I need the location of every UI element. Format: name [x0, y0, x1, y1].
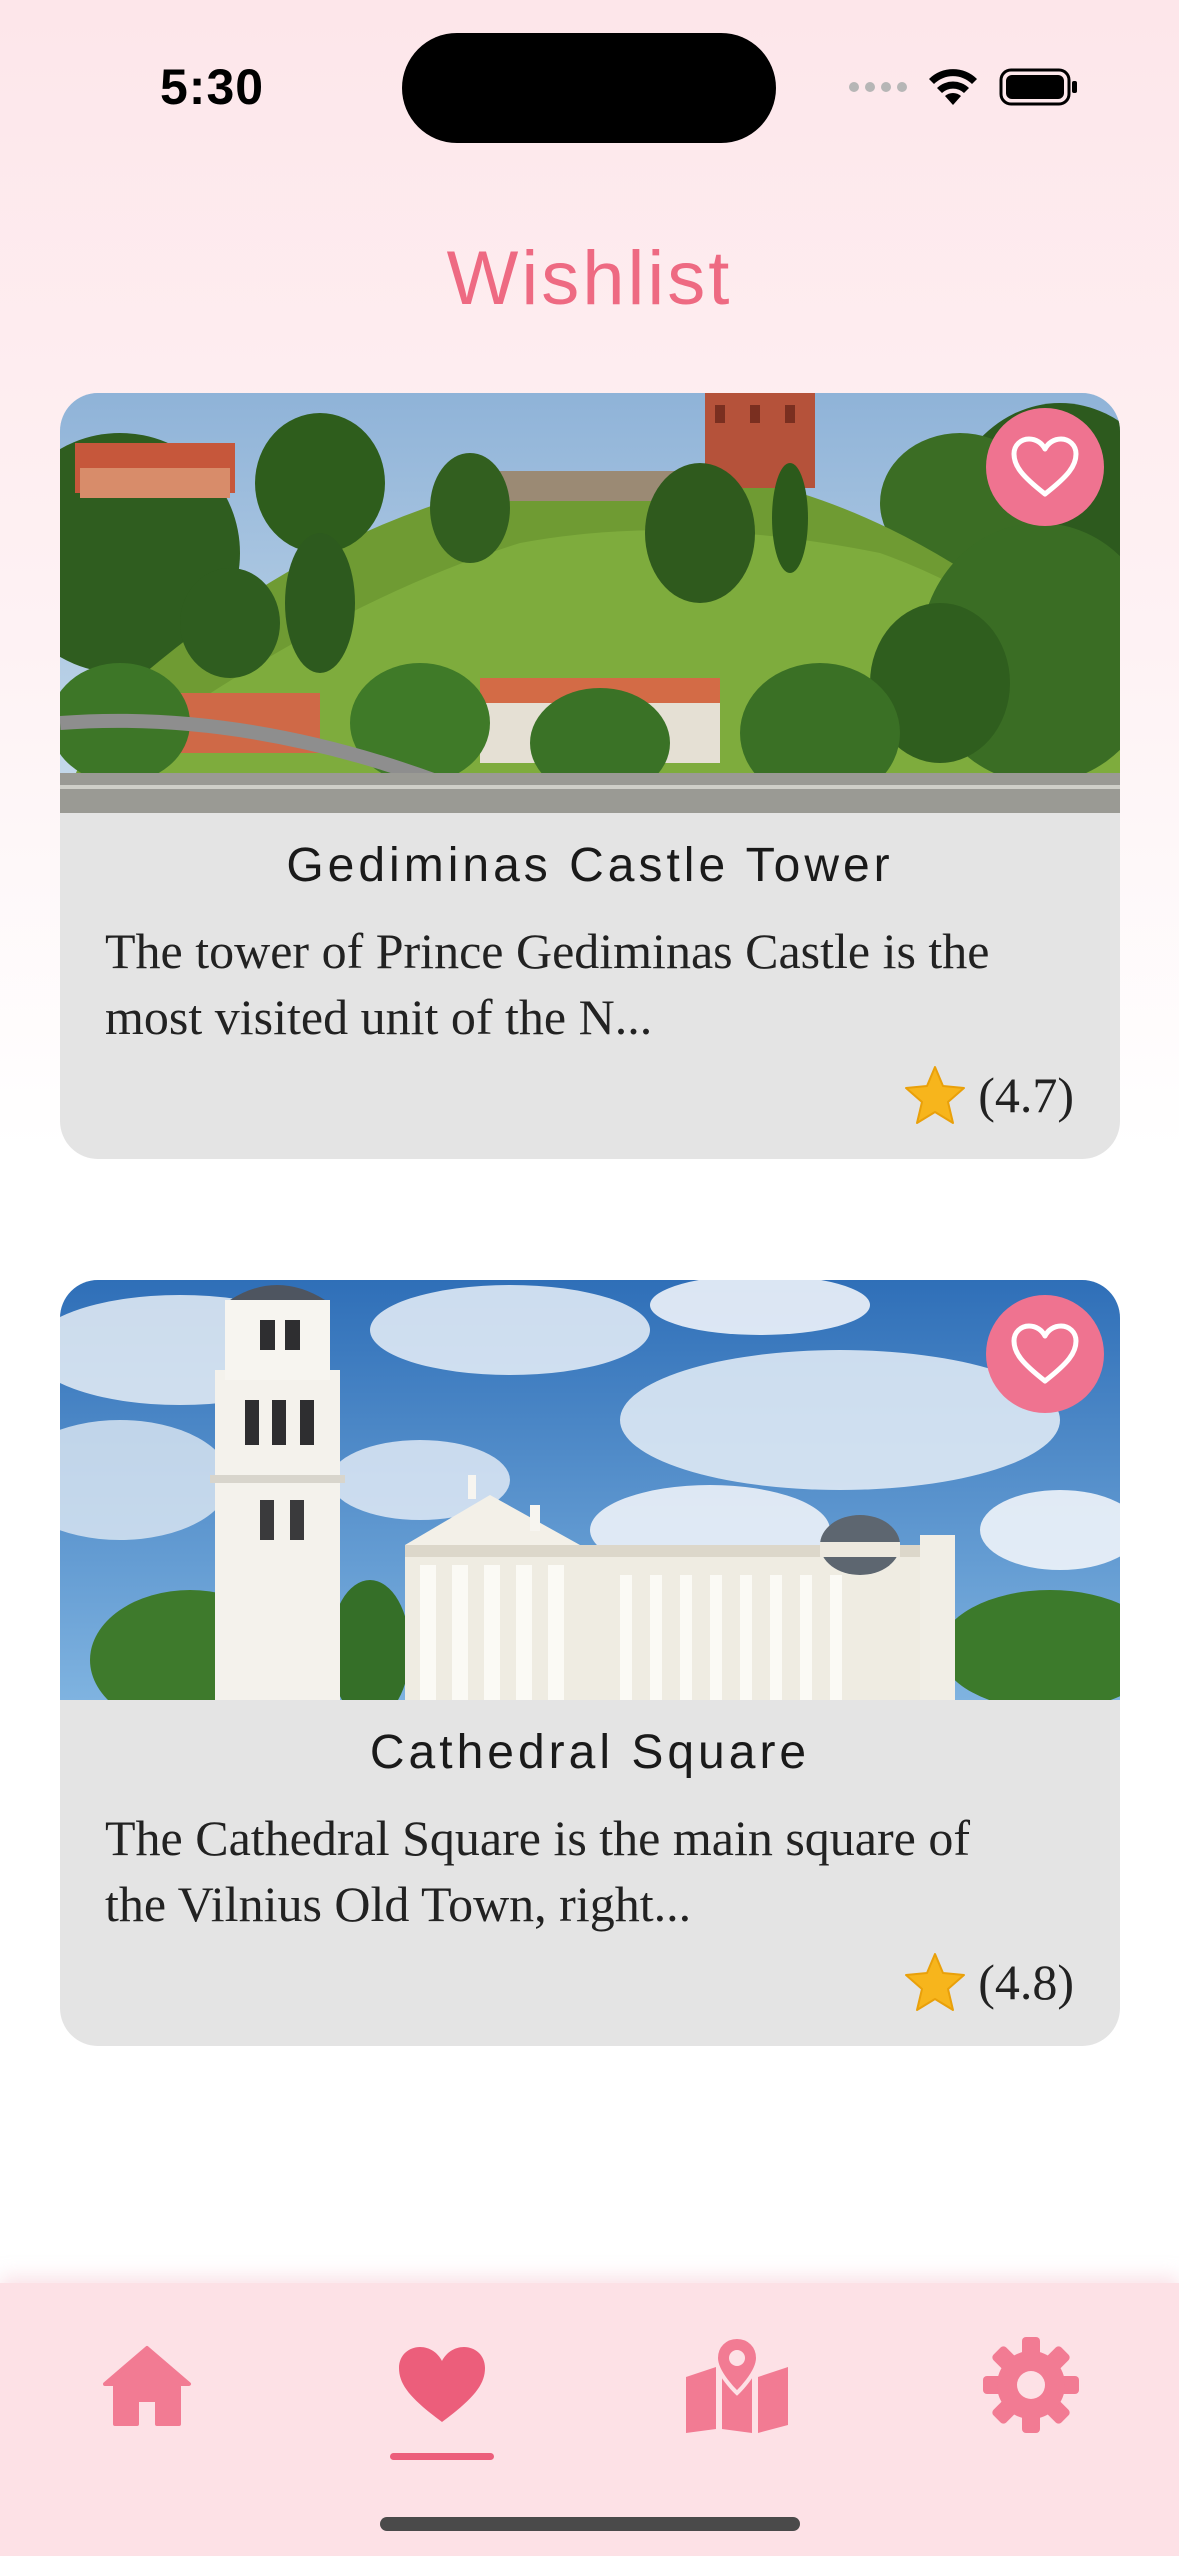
favorite-button[interactable] [986, 1295, 1104, 1413]
status-time: 5:30 [160, 59, 265, 115]
map-icon [686, 2337, 788, 2433]
battery-icon [999, 68, 1077, 106]
gear-icon [983, 2337, 1079, 2433]
card-description: The Cathedral Square is the main square … [105, 1805, 1105, 1937]
home-indicator [380, 2517, 800, 2531]
wishlist-card-cathedral[interactable]: Cathedral Square The Cathedral Square is… [60, 1280, 1120, 2046]
wifi-icon [929, 69, 977, 105]
card-image-cathedral [60, 1280, 1120, 1700]
rating-value: (4.8) [978, 1954, 1074, 2010]
tab-home[interactable] [82, 2325, 212, 2445]
signal-icon [849, 82, 907, 92]
wishlist-card-gediminas[interactable]: Gediminas Castle Tower The tower of Prin… [60, 393, 1120, 1159]
tab-wishlist[interactable] [377, 2325, 507, 2445]
card-rating: (4.8) [904, 1952, 1074, 2012]
card-description-line: most visited unit of the N... [105, 989, 653, 1045]
heart-outline-icon [1011, 1323, 1079, 1384]
heart-outline-icon [1011, 436, 1079, 497]
card-image-castle [60, 393, 1120, 813]
heart-icon [399, 2347, 485, 2422]
tab-bar [0, 2283, 1179, 2556]
card-title: Cathedral Square [369, 1726, 811, 1779]
card-description: The tower of Prince Gediminas Castle is … [105, 918, 1105, 1050]
home-icon [103, 2346, 191, 2426]
card-title: Gediminas Castle Tower [286, 839, 894, 892]
card-description-line: The tower of Prince Gediminas Castle is … [105, 923, 990, 979]
dynamic-island [402, 33, 776, 143]
card-description-line: the Vilnius Old Town, right... [105, 1876, 692, 1932]
favorite-button[interactable] [986, 408, 1104, 526]
tab-map[interactable] [672, 2325, 802, 2445]
tab-settings[interactable] [966, 2325, 1096, 2445]
card-rating: (4.7) [904, 1065, 1074, 1125]
status-icons [849, 62, 1079, 112]
star-icon [905, 1953, 966, 2011]
rating-value: (4.7) [978, 1067, 1074, 1123]
card-description-line: The Cathedral Square is the main square … [105, 1810, 970, 1866]
page-title: Wishlist [446, 236, 733, 321]
star-icon [905, 1066, 966, 1124]
active-tab-indicator [390, 2453, 494, 2460]
